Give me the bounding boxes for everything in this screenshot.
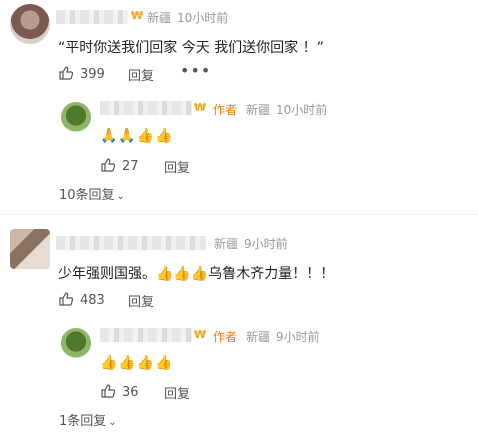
divider [0, 214, 478, 215]
commenter-name-blurred[interactable] [56, 10, 128, 24]
reply-emoji-text: 👍👍👍👍 [100, 355, 174, 371]
timestamp: 9小时前 [276, 330, 320, 344]
reply-emoji-text: 🙏🙏👍👍 [100, 128, 174, 144]
location: 新疆 [147, 11, 172, 25]
comment-meta: 新疆 9小时前 [214, 235, 288, 252]
like-count: 36 [122, 385, 139, 400]
like-button[interactable]: 399 [58, 65, 105, 82]
commenter-name-blurred[interactable] [56, 236, 206, 250]
expand-label: 1条回复 [59, 414, 107, 429]
comment-text: 少年强则国强。👍👍👍乌鲁木齐力量！！！ [58, 266, 335, 282]
author-name-blurred[interactable] [100, 328, 192, 342]
location: 新疆 [246, 330, 271, 344]
like-count: 399 [80, 67, 105, 82]
thumbs-up-icon [59, 66, 74, 80]
reply-button[interactable]: 回复 [128, 65, 154, 84]
like-button[interactable]: 36 [100, 383, 139, 400]
reply-button[interactable]: 回复 [164, 383, 190, 402]
comment-text: “平时你送我们回家 今天 我们送你回家 ！” [58, 40, 324, 56]
location: 新疆 [246, 103, 271, 117]
more-dots-icon[interactable]: ••• [180, 61, 211, 80]
verified-v-icon: ₩ [131, 9, 144, 22]
thumbs-up-icon [101, 158, 116, 172]
commenter-avatar[interactable] [10, 229, 50, 269]
timestamp: 10小时前 [177, 11, 229, 25]
verified-v-icon: ₩ [194, 328, 207, 341]
like-button[interactable]: 27 [100, 157, 139, 174]
thumbs-up-icon [101, 384, 116, 398]
chevron-down-icon: ⌄ [108, 417, 117, 428]
reply-meta: 新疆 9小时前 [246, 328, 320, 345]
comment-meta: 新疆 10小时前 [147, 9, 228, 26]
thumbs-up-icon [59, 292, 74, 306]
author-badge: 作者 [213, 330, 238, 344]
chevron-down-icon: ⌄ [116, 191, 125, 202]
expand-replies-button[interactable]: 1条回复 ⌄ [59, 410, 117, 429]
author-name-blurred[interactable] [100, 101, 192, 115]
like-count: 483 [80, 293, 105, 308]
author-avatar[interactable] [61, 102, 91, 132]
reply-button[interactable]: 回复 [128, 291, 154, 310]
reply-meta: 新疆 10小时前 [246, 101, 327, 118]
location: 新疆 [214, 237, 239, 251]
like-count: 27 [122, 159, 139, 174]
author-badge: 作者 [213, 103, 238, 117]
commenter-avatar[interactable] [10, 4, 50, 44]
like-button[interactable]: 483 [58, 291, 105, 308]
timestamp: 9小时前 [244, 237, 288, 251]
verified-v-icon: ₩ [194, 101, 207, 114]
timestamp: 10小时前 [276, 103, 328, 117]
reply-button[interactable]: 回复 [164, 157, 190, 176]
expand-replies-button[interactable]: 10条回复 ⌄ [59, 184, 125, 203]
expand-label: 10条回复 [59, 188, 115, 203]
author-avatar[interactable] [61, 328, 91, 358]
